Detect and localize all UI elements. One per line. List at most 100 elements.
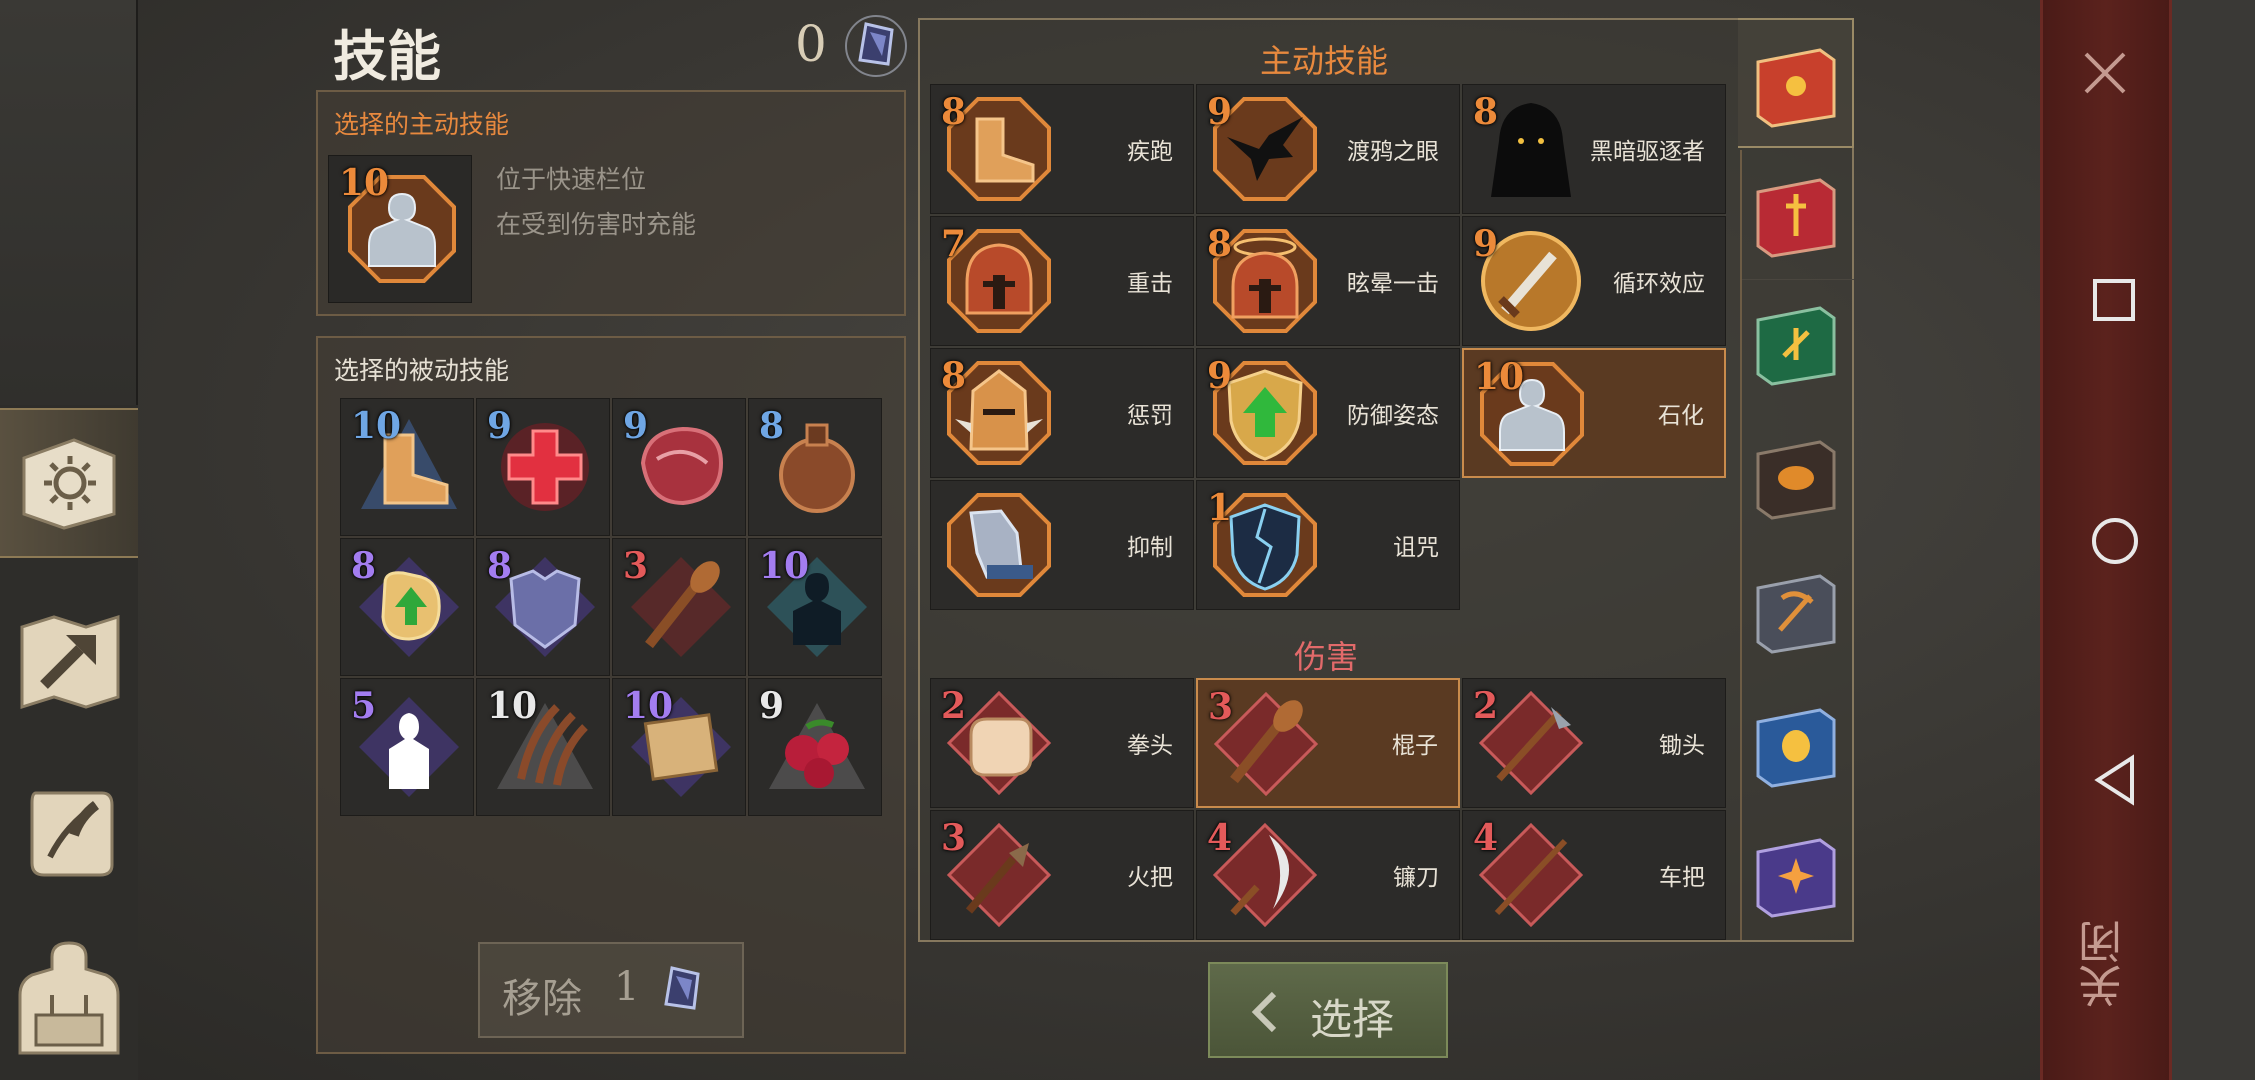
skill-level: 9 [623,405,649,447]
theater-book-icon[interactable] [1750,700,1840,790]
page-title: 技能 [333,25,441,88]
skill-level: 5 [351,685,377,727]
damage-skill-cell[interactable]: 3 火把 [930,810,1194,940]
dagger-book-icon[interactable] [1750,170,1840,260]
left-nav-top [0,0,138,405]
passive-slot[interactable]: 3 [612,538,746,676]
damage-skill-cell[interactable]: 2 拳头 [930,678,1194,808]
skill-level: 8 [941,91,967,133]
skill-level: 2 [1473,685,1499,727]
skill-name: 石化 [1658,403,1704,429]
skill-level: 9 [1473,223,1499,265]
damage-skill-cell-selected[interactable]: 3 棍子 [1196,678,1460,808]
home-icon[interactable] [2090,516,2140,566]
chevron-left-icon [1251,991,1277,1033]
damage-skill-cell[interactable]: 4 镰刀 [1196,810,1460,940]
skill-name: 锄头 [1659,733,1705,759]
skill-name: 火把 [1127,865,1173,891]
damage-skills-grid: 2 拳头 3 棍子 2 锄头 3 火把 4 镰刀 4 车把 [930,678,1728,940]
skill-level: 10 [487,685,538,727]
skill-name: 防御姿态 [1347,403,1439,429]
chained-hand-icon [947,493,1051,597]
passive-slot[interactable]: 10 [340,398,474,536]
select-button[interactable]: 选择 [1208,962,1448,1058]
skill-level: 8 [1473,91,1499,133]
skill-level: 7 [941,223,967,265]
mask-book-icon[interactable] [1750,432,1840,522]
hammer-map-icon [20,614,120,710]
damage-skill-cell[interactable]: 4 车把 [1462,810,1726,940]
sun-book-icon[interactable] [1750,40,1840,130]
active-skill-cell[interactable]: 7 重击 [930,216,1194,346]
passive-slot[interactable]: 9 [476,398,610,536]
skill-level: 8 [487,545,513,587]
recent-apps-icon[interactable] [2092,278,2136,322]
passive-slot[interactable]: 8 [340,538,474,676]
back-icon[interactable] [2092,754,2138,806]
active-info-line-1: 位于快速栏位 [496,165,647,194]
passive-slot[interactable]: 10 [476,678,610,816]
nav-skills-tab[interactable] [0,408,138,558]
selected-active-slot[interactable]: 10 [328,155,472,303]
remove-button-label: 移除 [502,976,582,1022]
system-nav-bar [2172,0,2255,1080]
skill-name: 诅咒 [1393,535,1439,561]
skill-name: 黑暗驱逐者 [1590,139,1705,165]
nav-quests-tab[interactable] [0,755,138,905]
skill-level: 3 [623,545,649,587]
remove-button[interactable]: 移除 1 [478,942,744,1038]
skill-level: 9 [1207,91,1233,133]
skill-level: 9 [487,405,513,447]
damage-skill-cell[interactable]: 2 锄头 [1462,678,1726,808]
scroll-quill-icon [30,791,114,877]
skill-name: 车把 [1659,865,1705,891]
backpack-icon [18,941,120,1055]
skill-level: 10 [623,685,674,727]
skill-name: 循环效应 [1613,271,1705,297]
passive-slot[interactable]: 5 [340,678,474,816]
close-icon[interactable] [2080,48,2130,98]
selected-active-title: 选择的主动技能 [334,110,510,139]
passive-slot[interactable]: 9 [748,678,882,816]
skill-points-count: 0 [795,15,827,73]
skill-level: 4 [1473,817,1499,859]
compass-book-icon[interactable] [1750,830,1840,920]
active-skill-cell[interactable]: 8 黑暗驱逐者 [1462,84,1726,214]
nav-backpack-tab[interactable] [0,925,138,1075]
remove-cost: 1 [614,964,640,1010]
active-skill-cell[interactable]: 9 防御姿态 [1196,348,1460,478]
active-skill-cell[interactable]: 8 眩晕一击 [1196,216,1460,346]
active-skill-cell[interactable]: 8 惩罚 [930,348,1194,478]
skill-name: 抑制 [1127,535,1173,561]
crystal-icon [664,966,700,1010]
active-skill-cell[interactable]: 9 循环效应 [1462,216,1726,346]
active-skill-cell[interactable]: 抑制 [930,480,1194,610]
passive-slot[interactable]: 8 [748,398,882,536]
active-skill-cell[interactable]: 1 诅咒 [1196,480,1460,610]
passive-grid: 10 9 9 8 8 8 3 10 5 10 10 9 [340,398,882,818]
skill-level: 10 [339,162,390,204]
passive-slot[interactable]: 8 [476,538,610,676]
skill-name: 渡鸦之眼 [1347,139,1439,165]
nav-craft-tab[interactable] [0,585,138,735]
passive-slot[interactable]: 10 [748,538,882,676]
skill-name: 疾跑 [1127,139,1173,165]
active-skill-cell[interactable]: 9 渡鸦之眼 [1196,84,1460,214]
skill-level: 8 [759,405,785,447]
pickaxe-book-icon[interactable] [1750,566,1840,656]
book-tabs [1740,150,1854,940]
active-skill-cell-selected[interactable]: 10 石化 [1462,348,1726,478]
active-skills-title: 主动技能 [1260,42,1389,80]
close-label[interactable]: 关闭 [2079,920,2130,1008]
passive-slot[interactable]: 10 [612,678,746,816]
skill-level: 3 [1208,686,1234,728]
skill-level: 3 [941,817,967,859]
skill-level: 2 [941,685,967,727]
skill-level: 9 [1207,355,1233,397]
active-skill-cell[interactable]: 8 疾跑 [930,84,1194,214]
skill-level: 9 [759,685,785,727]
leaf-book-icon[interactable] [1750,298,1840,388]
skill-level: 8 [351,545,377,587]
active-skills-grid: 8 疾跑 9 渡鸦之眼 8 黑暗驱逐者 7 重击 8 眩晕一击 9 循环效应 8… [930,84,1728,612]
passive-slot[interactable]: 9 [612,398,746,536]
